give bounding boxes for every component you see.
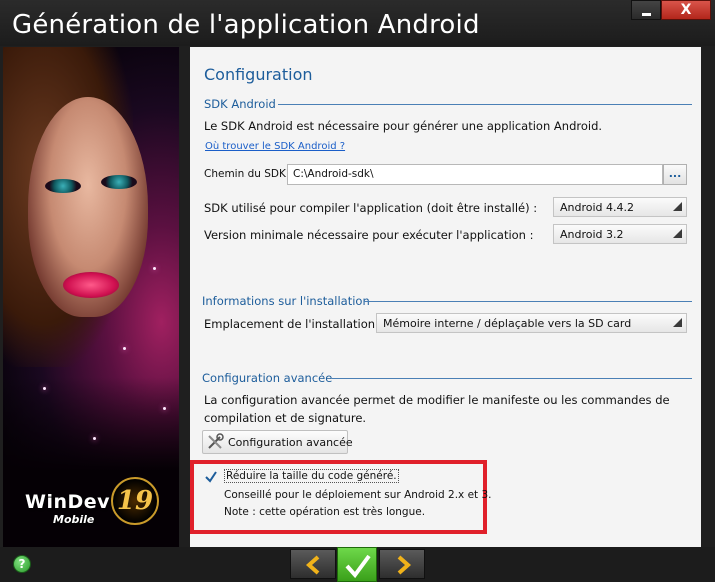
page-title: Configuration	[204, 65, 313, 84]
install-location-label: Emplacement de l'installation :	[204, 317, 383, 331]
compile-sdk-select[interactable]: Android 4.4.2	[553, 197, 687, 217]
min-version-select[interactable]: Android 3.2	[553, 224, 687, 244]
reduce-code-note-line1: Conseillé pour le déploiement sur Androi…	[224, 489, 492, 501]
sparkle	[123, 347, 126, 350]
windev-mobile-logo: WinDev Mobile 19	[25, 477, 165, 537]
group-title-install: Informations sur l'installation	[202, 294, 370, 308]
minimize-button[interactable]	[631, 0, 661, 20]
group-divider	[364, 301, 692, 302]
dropdown-arrow-icon	[673, 229, 682, 238]
sparkle	[93, 437, 96, 440]
logo-brand: WinDev	[25, 491, 111, 513]
wizard-window: Génération de l'application Android X Wi…	[0, 0, 715, 582]
checkmark-icon	[345, 554, 371, 579]
group-title-advanced: Configuration avancée	[202, 371, 333, 385]
reduce-code-note-line2: Note : cette opération est très longue.	[224, 506, 426, 518]
left-eye-shape	[45, 179, 81, 193]
advanced-config-button[interactable]: Configuration avancée	[202, 430, 353, 454]
decorative-side-image: WinDev Mobile 19	[3, 47, 179, 547]
install-location-value: Mémoire interne / déplaçable vers la SD …	[383, 317, 632, 330]
sdk-path-label: Chemin du SDK :	[204, 168, 293, 180]
logo-version: 19	[111, 477, 159, 525]
sdk-description: Le SDK Android est nécessaire pour génér…	[204, 119, 603, 133]
next-button[interactable]	[379, 549, 425, 579]
lips-shape	[63, 272, 119, 298]
group-title-sdk: SDK Android	[204, 97, 276, 111]
install-location-select[interactable]: Mémoire interne / déplaçable vers la SD …	[376, 313, 687, 333]
finish-button[interactable]	[337, 547, 377, 582]
close-button[interactable]: X	[661, 0, 711, 20]
sdk-path-input[interactable]: C:\Android-sdk\	[287, 164, 663, 185]
compile-sdk-label: SDK utilisé pour compiler l'application …	[204, 201, 538, 215]
wizard-content: Configuration SDK Android Le SDK Android…	[190, 47, 701, 547]
dropdown-arrow-icon	[673, 202, 682, 211]
tools-icon	[208, 433, 224, 449]
minimize-icon	[642, 13, 651, 16]
sparkle	[163, 407, 166, 410]
wizard-navigation-bar: ?	[0, 547, 715, 582]
right-eye-shape	[101, 175, 137, 189]
compile-sdk-value: Android 4.4.2	[560, 201, 635, 214]
advanced-description-line2: compilation et de signature.	[204, 411, 367, 425]
sdk-location-link[interactable]: Où trouver le SDK Android ?	[205, 141, 345, 152]
advanced-config-label: Configuration avancée	[228, 436, 353, 449]
min-version-value: Android 3.2	[560, 228, 624, 241]
reduce-code-label[interactable]: Réduire la taille du code généré.	[224, 469, 399, 483]
dropdown-arrow-icon	[673, 318, 682, 327]
advanced-description-line1: La configuration avancée permet de modif…	[204, 393, 670, 407]
min-version-label: Version minimale nécessaire pour exécute…	[204, 228, 534, 242]
help-button[interactable]: ?	[13, 555, 31, 573]
chevron-left-icon	[305, 555, 320, 575]
group-divider	[332, 378, 692, 379]
chevron-right-icon	[397, 555, 412, 575]
logo-edition: Mobile	[53, 513, 95, 526]
sparkle	[43, 387, 46, 390]
title-bar[interactable]: Génération de l'application Android X	[0, 0, 715, 46]
window-title: Génération de l'application Android	[12, 10, 480, 40]
previous-button[interactable]	[290, 549, 336, 579]
group-divider	[278, 104, 692, 105]
browse-button[interactable]: ...	[663, 164, 687, 185]
reduce-code-checkbox[interactable]	[204, 470, 218, 484]
sparkle	[153, 267, 156, 270]
